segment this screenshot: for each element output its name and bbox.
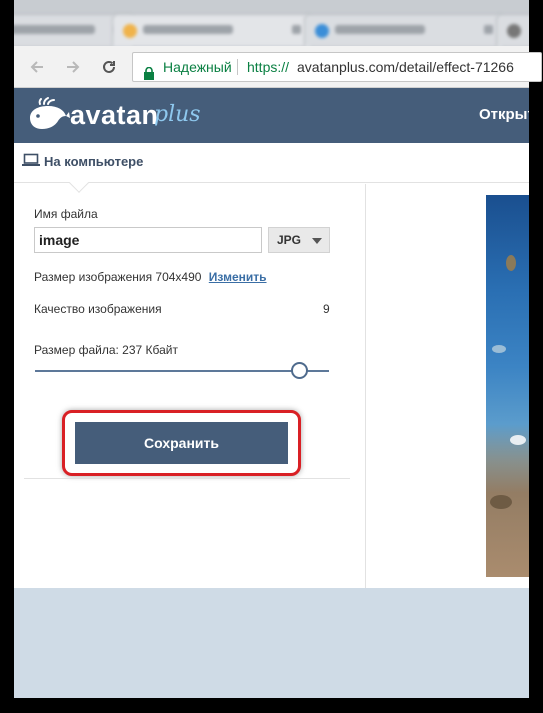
brand-name[interactable]: avatan [70, 100, 159, 131]
save-button[interactable]: Сохранить [75, 422, 288, 464]
preview-detail [506, 255, 516, 271]
preview-detail [492, 345, 506, 353]
quality-slider-track[interactable] [35, 370, 329, 372]
tab-favicon-icon [315, 24, 329, 38]
tab-title-placeholder [335, 25, 425, 34]
url-text: avatanplus.com/detail/effect-71266 [297, 59, 514, 75]
lock-icon [143, 61, 155, 81]
save-options-panel: Имя файла JPG Размер изображения 704x490… [14, 184, 366, 588]
image-size-label: Размер изображения 704x490 [34, 270, 202, 284]
format-value: JPG [277, 233, 302, 247]
page-footer-area [14, 588, 529, 698]
panel-divider [24, 478, 350, 479]
app-header: avatan plus Открыть [14, 88, 529, 143]
tab-close-icon[interactable] [292, 25, 301, 34]
save-tabs: На компьютере [14, 143, 529, 193]
browser-tab[interactable] [496, 14, 529, 46]
format-select[interactable]: JPG [268, 227, 330, 253]
tab-title-placeholder [143, 25, 233, 34]
forward-arrow-icon[interactable] [60, 54, 86, 80]
image-size-text: Размер изображения 704x490 Изменить [34, 270, 267, 284]
quality-label: Качество изображения [34, 302, 162, 316]
preview-detail [510, 435, 526, 445]
image-preview [486, 195, 529, 577]
browser-tab[interactable] [304, 14, 504, 46]
brand-plus[interactable]: plus [154, 102, 201, 127]
browser-toolbar: Надежный https:// avatanplus.com/detail/… [14, 46, 542, 88]
change-size-link[interactable]: Изменить [209, 270, 267, 284]
address-separator [237, 59, 238, 75]
chevron-down-icon [312, 238, 322, 244]
save-dialog: На компьютере Имя файла JPG Размер изобр… [14, 143, 529, 588]
filename-input[interactable] [34, 227, 262, 253]
file-size-label: Размер файла: 237 Кбайт [34, 343, 178, 357]
preview-detail [490, 495, 512, 509]
tab-favicon-icon [507, 24, 521, 38]
quality-value: 9 [323, 302, 330, 316]
url-protocol: https:// [247, 59, 290, 75]
browser-tab-strip [14, 0, 529, 46]
address-bar[interactable]: Надежный https:// avatanplus.com/detail/… [132, 52, 542, 82]
tab-computer-label: На компьютере [44, 154, 144, 169]
quality-slider-thumb[interactable] [291, 362, 309, 379]
tab-title-placeholder [14, 25, 95, 34]
save-button-highlight: Сохранить [62, 410, 301, 476]
whale-logo-icon[interactable] [26, 96, 70, 137]
screenshot-frame: Надежный https:// avatanplus.com/detail/… [0, 0, 543, 713]
security-label: Надежный [163, 59, 232, 75]
tab-computer[interactable]: На компьютере [22, 153, 143, 170]
laptop-icon [22, 153, 40, 170]
browser-tab[interactable] [112, 14, 312, 46]
tab-close-icon[interactable] [484, 25, 493, 34]
open-menu-link[interactable]: Открыть [479, 106, 529, 123]
back-arrow-icon[interactable] [24, 54, 50, 80]
reload-icon[interactable] [96, 54, 122, 80]
filename-label: Имя файла [34, 207, 98, 221]
tab-favicon-icon [123, 24, 137, 38]
